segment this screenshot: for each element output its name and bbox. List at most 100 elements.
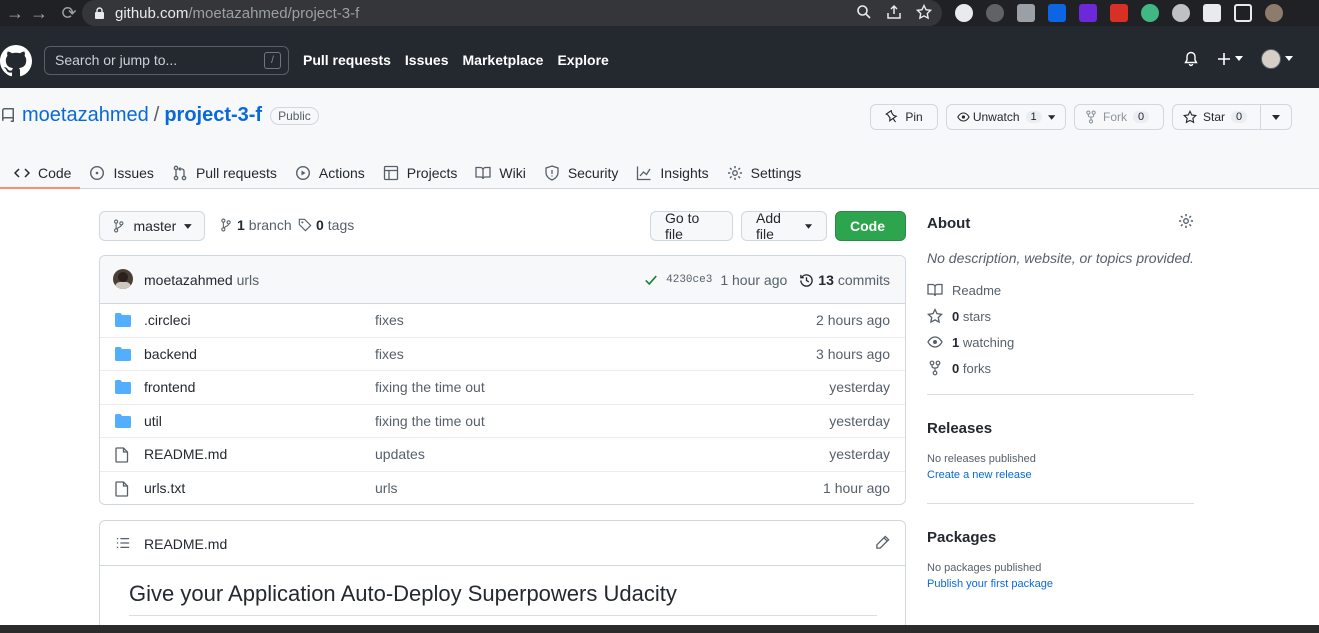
tags-count: 0 (316, 217, 324, 233)
puzzle-icon[interactable] (1203, 4, 1221, 22)
forward-arrow-icon[interactable]: → (24, 3, 54, 24)
tab-actions[interactable]: Actions (288, 157, 372, 189)
file-commit-message[interactable]: fixes (375, 346, 404, 362)
repo-name-link[interactable]: project-3-f (164, 104, 262, 127)
watching-link[interactable]: 1 watching (927, 334, 1194, 350)
avatar[interactable] (113, 269, 133, 289)
file-toolbar: master 1 branch 0 tags Go to file Add fi… (99, 210, 906, 242)
tab-pull-requests-label: Pull requests (195, 165, 277, 181)
extension-icon[interactable] (955, 4, 973, 22)
reload-icon[interactable]: ⟳ (54, 3, 84, 24)
window-extension-icon[interactable] (1110, 4, 1128, 22)
tab-projects-label: Projects (406, 165, 458, 181)
tags-link[interactable]: 0 tags (298, 217, 354, 233)
file-name-link[interactable]: backend (144, 346, 197, 362)
commit-sha-link[interactable]: 4230ce3 (666, 274, 712, 286)
commits-link[interactable]: 13 commits (799, 272, 890, 288)
file-name-link[interactable]: frontend (144, 379, 195, 395)
file-commit-message[interactable]: urls (375, 480, 398, 496)
fork-button[interactable]: Fork 0 (1074, 104, 1164, 130)
check-icon[interactable] (644, 273, 658, 287)
nav-issues[interactable]: Issues (405, 52, 449, 68)
zoom-icon[interactable] (856, 4, 872, 20)
github-logo-icon[interactable] (0, 45, 32, 77)
commits-label: commits (837, 272, 890, 288)
tab-pull-requests[interactable]: Pull requests (165, 157, 284, 189)
readme-header: README.md (100, 521, 905, 566)
search-input[interactable]: Search or jump to... / (44, 46, 289, 75)
tab-settings[interactable]: Settings (720, 157, 809, 189)
tab-security[interactable]: Security (537, 157, 626, 189)
commit-author-link[interactable]: moetazahmed (144, 272, 233, 288)
stars-label: stars (962, 308, 992, 324)
tab-insights[interactable]: Insights (629, 157, 715, 189)
trello-extension-icon[interactable] (1048, 4, 1066, 22)
nav-marketplace[interactable]: Marketplace (463, 52, 544, 68)
tab-issues[interactable]: Issues (82, 157, 160, 189)
code-button[interactable]: Code (835, 211, 906, 241)
commit-message-link[interactable]: urls (237, 272, 260, 288)
pencil-icon[interactable] (875, 535, 890, 550)
caret-down-icon (1235, 56, 1243, 61)
key-extension-icon[interactable] (986, 4, 1004, 22)
visibility-badge: Public (270, 106, 319, 125)
eye-icon (957, 112, 970, 122)
stars-link[interactable]: 0 stars (927, 308, 1194, 324)
file-name-link[interactable]: .circleci (144, 312, 191, 328)
file-commit-message[interactable]: fixes (375, 312, 404, 328)
unwatch-button[interactable]: Unwatch 1 (946, 104, 1066, 130)
file-name-link[interactable]: util (144, 413, 162, 429)
bell-icon[interactable] (1183, 51, 1199, 67)
stars-count: 0 (952, 308, 960, 324)
packages-title[interactable]: Packages (927, 529, 1194, 546)
file-commit-message[interactable]: updates (375, 446, 425, 462)
vue-extension-icon[interactable] (1141, 4, 1159, 22)
nav-pull-requests[interactable]: Pull requests (303, 52, 391, 68)
file-name-link[interactable]: README.md (144, 446, 227, 462)
address-bar[interactable]: github.com/moetazahmed/project-3-f (82, 0, 942, 26)
sidepanel-icon[interactable] (1234, 4, 1252, 22)
file-commit-message[interactable]: fixing the time out (375, 379, 485, 395)
nav-explore[interactable]: Explore (557, 52, 608, 68)
repo-owner-link[interactable]: moetazahmed (22, 104, 149, 127)
tab-code[interactable]: Code (0, 157, 81, 189)
user-menu[interactable] (1261, 49, 1293, 69)
branch-icon (114, 219, 124, 233)
branch-select-button[interactable]: master (99, 211, 205, 241)
taskbar-strip (0, 625, 1319, 633)
plus-icon (1218, 53, 1230, 65)
tab-projects[interactable]: Projects (376, 157, 465, 189)
watching-count: 1 (952, 334, 960, 350)
file-commit-message[interactable]: fixing the time out (375, 413, 485, 429)
file-row: backend fixes 3 hours ago (100, 338, 905, 371)
pin-button[interactable]: Pin (870, 104, 938, 130)
add-file-button[interactable]: Add file (741, 210, 827, 242)
releases-title[interactable]: Releases (927, 420, 1194, 437)
star-button[interactable]: Star 0 (1172, 104, 1261, 130)
search-shortcut-key: / (264, 52, 281, 69)
list-icon[interactable] (116, 536, 130, 550)
go-to-file-button[interactable]: Go to file (650, 210, 733, 242)
create-release-link[interactable]: Create a new release (927, 469, 1194, 481)
create-new-dropdown[interactable] (1217, 52, 1243, 66)
badge-extension-icon[interactable] (1079, 4, 1097, 22)
file-name-link[interactable]: urls.txt (144, 480, 185, 496)
bookmark-star-icon[interactable] (916, 4, 932, 20)
repo-title: moetazahmed / project-3-f Public (0, 104, 319, 127)
table-icon (383, 165, 398, 181)
profile-extension-icon[interactable] (1172, 4, 1190, 22)
notion-extension-icon[interactable] (1017, 4, 1035, 22)
share-icon[interactable] (886, 4, 902, 20)
gear-icon[interactable] (1178, 213, 1194, 229)
tab-wiki[interactable]: Wiki (468, 157, 532, 189)
branches-link[interactable]: 1 branch (219, 217, 292, 233)
forks-link[interactable]: 0 forks (927, 360, 1194, 376)
browser-avatar[interactable] (1265, 4, 1283, 22)
branches-label: branch (248, 217, 292, 233)
readme-link[interactable]: Readme (927, 282, 1194, 298)
publish-package-link[interactable]: Publish your first package (927, 578, 1194, 590)
packages-text: No packages published (927, 562, 1042, 574)
forks-count: 0 (952, 360, 960, 376)
star-list-dropdown[interactable] (1261, 104, 1292, 130)
commits-count: 13 (818, 272, 834, 288)
